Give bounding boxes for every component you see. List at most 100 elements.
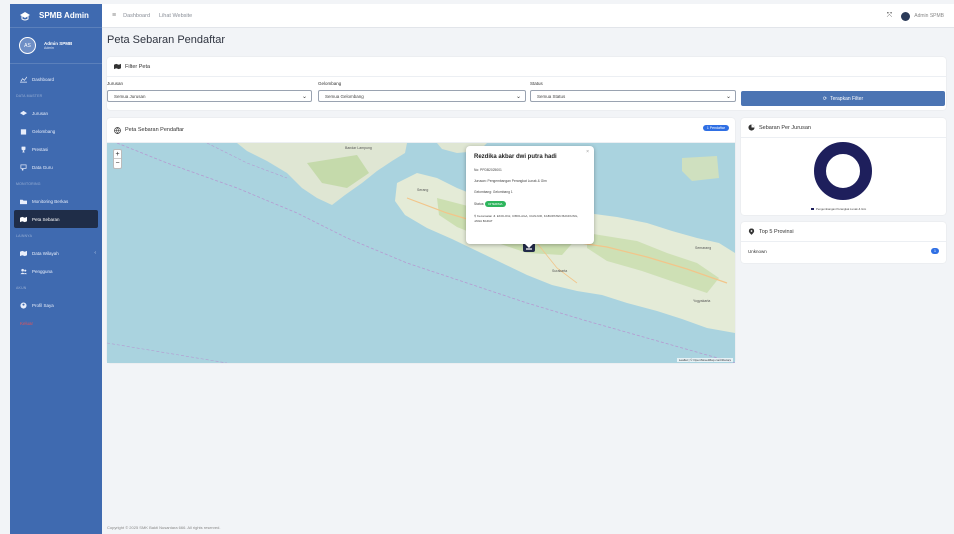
- sidebar-item-jurusan[interactable]: Jurusan: [10, 104, 102, 122]
- sidebar-item-data-guru[interactable]: Data Guru: [10, 158, 102, 176]
- brand-name: SPMB Admin: [39, 11, 89, 20]
- map-pin-icon: ⚲: [474, 214, 477, 218]
- list-item: Unknown 1: [748, 248, 939, 254]
- sidebar-item-profil[interactable]: Profil Saya: [10, 296, 102, 314]
- chart-line-icon: [20, 76, 27, 82]
- sidebar-item-label: Monitoring Berkas: [32, 198, 69, 204]
- card-header: Peta Sebaran Pendaftar: [107, 118, 735, 143]
- sidebar-item-label: Dashboard: [32, 76, 55, 82]
- sidebar-item-label: Data Guru: [32, 164, 53, 170]
- map-icon: [20, 250, 27, 256]
- sidebar-item-gelombang[interactable]: Gelombang: [10, 122, 102, 140]
- calendar-icon: [20, 128, 27, 135]
- topbar: ≡ Dashboard Lihat Website ⤧ Admin SPMB: [102, 4, 954, 28]
- sidebar-item-prestasi[interactable]: Prestasi: [10, 140, 102, 158]
- avatar: AS: [19, 37, 36, 54]
- card-header: Top 5 Provinsi: [741, 222, 946, 242]
- chevron-down-icon: ⌄: [515, 93, 521, 100]
- popup-status: Status: DITERIMA: [474, 201, 586, 207]
- map-pin-icon: [748, 228, 755, 235]
- legend-swatch: [811, 208, 814, 210]
- card-header: Sebaran Per Jurusan: [741, 118, 946, 138]
- gelombang-label: Gelombang: [318, 81, 342, 86]
- jurusan-chart-card: Sebaran Per Jurusan Pengembangan Perangk…: [741, 118, 946, 215]
- users-icon: [20, 268, 27, 274]
- map-popup: × Rezdika akbar dwi putra hadi No: PPDB2…: [466, 146, 594, 244]
- sidebar-item-monitoring[interactable]: Monitoring Berkas: [10, 192, 102, 210]
- jurusan-select[interactable]: Semua Jurusan ⌄: [107, 90, 312, 102]
- map-attribution[interactable]: Leaflet | © OpenStreetMap contributors: [676, 358, 733, 362]
- provinsi-card: Top 5 Provinsi Unknown 1: [741, 222, 946, 263]
- sidebar-item-dashboard[interactable]: Dashboard: [10, 70, 102, 88]
- chevron-down-icon: ⌄: [725, 93, 731, 100]
- pie-chart-icon: [748, 124, 755, 131]
- topbar-link-website[interactable]: Lihat Website: [159, 13, 192, 19]
- sidebar-item-label: Gelombang: [32, 128, 56, 134]
- status-select[interactable]: Semua Status ⌄: [530, 90, 736, 102]
- topbar-user-name[interactable]: Admin SPMB: [914, 13, 944, 19]
- topbar-right: ⤧ Admin SPMB: [887, 4, 944, 28]
- sidebar-item-logout[interactable]: Keluar: [10, 314, 102, 332]
- topbar-link-dashboard[interactable]: Dashboard: [123, 13, 150, 19]
- brand[interactable]: SPMB Admin: [10, 4, 102, 28]
- chart-legend[interactable]: Pengembangan Perangkat Lunak & Gim: [811, 207, 866, 211]
- popup-address: ⚲ Kecamatan Jl. EKOLOGI, CIBOLAGA, CIANJ…: [474, 214, 586, 223]
- nav-section-label: LAINNYA: [16, 234, 33, 238]
- nav-section-label: MONITORING: [16, 182, 41, 186]
- nav-section-label: DATA MASTER: [16, 94, 43, 98]
- map-city-label: Serang: [417, 188, 429, 192]
- sidebar-item-label: Pengguna: [32, 268, 53, 274]
- popup-address-text: Kecamatan Jl. EKOLOGI, CIBOLAGA, CIANJUR…: [474, 214, 579, 223]
- menu-toggle-icon[interactable]: ≡: [112, 12, 116, 19]
- donut-slice[interactable]: [814, 142, 872, 200]
- sidebar-item-label: Prestasi: [32, 146, 49, 152]
- donut-chart: [814, 142, 872, 200]
- sidebar-item-peta[interactable]: Peta Sebaran: [14, 210, 98, 228]
- map-icon: [114, 63, 121, 70]
- zoom-control: + −: [113, 149, 122, 169]
- card-title: Filter Peta: [125, 63, 151, 70]
- status-label: Status: [530, 81, 543, 86]
- popup-jurusan: Jurusan: Pengembangan Perangkat Lunak & …: [474, 179, 547, 183]
- map-city-label: Semarang: [695, 246, 712, 250]
- refresh-icon: ⟳: [822, 95, 828, 102]
- chevron-down-icon: ⌄: [301, 93, 307, 100]
- card-title: Sebaran Per Jurusan: [759, 124, 811, 131]
- sidebar-item-label: Jurusan: [32, 110, 49, 116]
- user-panel[interactable]: AS Admin SPMB Admin: [10, 28, 102, 64]
- folder-icon: [20, 199, 27, 204]
- provinsi-name: Unknown: [748, 248, 767, 254]
- popup-gelombang: Gelombang: Gelombang 1: [474, 190, 513, 194]
- graduation-cap-icon: [20, 110, 27, 115]
- sidebar-item-label: Data Wilayah: [32, 250, 59, 256]
- sidebar-item-wilayah[interactable]: Data Wilayah ‹: [10, 244, 102, 262]
- apply-filter-button[interactable]: ⟳ Terapkan Filter: [741, 91, 945, 106]
- user-circle-icon: [20, 301, 27, 309]
- map-city-label: Surakarta: [552, 269, 568, 273]
- map-tiles: [107, 143, 735, 363]
- zoom-out-button[interactable]: −: [114, 159, 121, 168]
- footer: Copyright © 2025 SMK Bakti Nusantara 666…: [107, 525, 221, 530]
- card-title: Top 5 Provinsi: [759, 228, 794, 235]
- select-value: Semua Status: [537, 93, 566, 99]
- avatar[interactable]: [901, 11, 911, 21]
- nav-section-label: AKUN: [16, 286, 27, 290]
- close-icon[interactable]: ×: [586, 149, 589, 155]
- apply-filter-label: Terapkan Filter: [830, 95, 864, 102]
- globe-icon: [114, 126, 121, 134]
- user-role: Admin: [44, 46, 54, 50]
- sidebar-item-pengguna[interactable]: Pengguna: [10, 262, 102, 280]
- zoom-in-button[interactable]: +: [114, 150, 121, 159]
- jurusan-label: Jurusan: [107, 81, 124, 86]
- teacher-icon: [20, 164, 27, 171]
- map-view[interactable]: Bandar Lampung Serang Semarang Surakarta…: [107, 143, 735, 363]
- fullscreen-icon[interactable]: ⤧: [887, 12, 893, 20]
- select-value: Semua Gelombang: [325, 93, 364, 99]
- graduation-cap-icon: [20, 11, 30, 20]
- select-value: Semua Jurusan: [114, 93, 146, 99]
- count-badge: 1: [931, 248, 939, 254]
- gelombang-select[interactable]: Semua Gelombang ⌄: [318, 90, 526, 102]
- sidebar-item-label: Peta Sebaran: [32, 216, 60, 222]
- map-icon: [20, 216, 27, 222]
- count-badge: 1 Pendaftar: [702, 125, 729, 131]
